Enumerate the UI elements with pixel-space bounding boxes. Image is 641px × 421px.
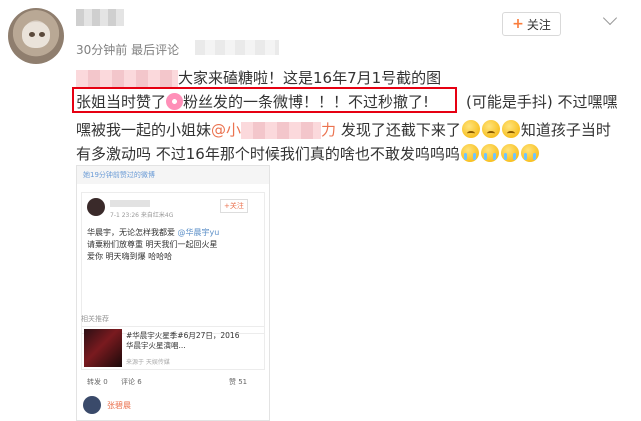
sad-emoji-icon: [501, 120, 520, 138]
comment-count: 评论 6: [121, 378, 142, 386]
post-text-3a: 嘿被我一起的小姐妹: [76, 121, 212, 139]
crying-emoji-icon: [480, 144, 499, 162]
avatar-eye-left: [29, 32, 35, 37]
post-line-3: 嘿被我一起的小姐妹@小 力 发现了还截下来了 知道孩子当时: [76, 119, 611, 140]
user-avatar[interactable]: [8, 8, 64, 64]
like-count: 赞 51: [229, 378, 248, 386]
post-meta: 30分钟前 最后评论: [76, 43, 180, 57]
meta-redacted: [195, 40, 279, 55]
post-text-3c: 知道孩子当时: [520, 121, 611, 139]
cat-face: [22, 22, 50, 48]
mention-start: @小: [211, 121, 242, 139]
embedded-post-text: 华晨宇，无论怎样我都爱 @华晨宇yu 请粟粉们放尊重 明天我们一起回火星 爱你 …: [87, 227, 263, 263]
commenter-avatar: [83, 396, 101, 414]
embedded-mention: @华晨宇yu: [177, 228, 220, 237]
embedded-screenshot[interactable]: 她19分钟前赞过的微博 7-1 23:26 来自红米4G +关注 华晨宇，无论怎…: [76, 165, 270, 421]
recommended-item: #华晨宇火星季#6月27日，2016华晨宇火星演唱... 来源于 天娱传媒: [81, 326, 265, 370]
mention-redacted: [241, 122, 322, 139]
mention-link[interactable]: @小 力: [211, 121, 336, 139]
recommended-source: 来源于 天娱传媒: [126, 359, 170, 366]
post-text-3b: 发现了还截下来了: [340, 121, 461, 139]
embedded-action-bar: 转发 0 评论 6 赞 51: [81, 374, 265, 390]
embedded-text-3: 爱你 明天嗨到爆 哈哈哈: [87, 252, 173, 261]
post-line-2-tail: (可能是手抖) 不过嘿嘿: [466, 93, 618, 111]
post-line-1: 大家来磕糖啦！这是16年7月1号截的图: [76, 67, 441, 88]
sad-emoji-icon: [481, 120, 500, 138]
embedded-follow-button: +关注: [220, 199, 248, 213]
username-redacted[interactable]: [76, 9, 124, 26]
embedded-text-2: 请粟粉们放尊重 明天我们一起回火星: [87, 240, 218, 249]
related-label: 相关推荐: [81, 315, 109, 323]
plus-icon: +: [512, 16, 524, 32]
crying-emoji-icon: [520, 144, 539, 162]
embedded-text-1a: 华晨宇，无论怎样我都爱: [87, 228, 175, 237]
crying-emoji-icon: [500, 144, 519, 162]
follow-button[interactable]: + 关注: [502, 12, 561, 36]
sad-emoji-icon: [461, 120, 480, 138]
post-text-4: 有多激动吗 不过16年那个时候我们真的啥也不敢发呜呜呜: [76, 145, 460, 163]
crying-emoji-icon: [460, 144, 479, 162]
highlight-box: [72, 87, 457, 113]
avatar-eye-right: [39, 32, 45, 37]
mention-end: 力: [321, 121, 337, 139]
post-line-4: 有多激动吗 不过16年那个时候我们真的啥也不敢发呜呜呜: [76, 143, 540, 164]
liked-weibo-header: 她19分钟前赞过的微博: [77, 166, 269, 184]
embedded-avatar: [87, 198, 105, 216]
chevron-down-icon[interactable]: [602, 10, 618, 26]
text-redacted: [76, 70, 178, 87]
embedded-username-redacted: [110, 200, 150, 207]
recommended-title: #华晨宇火星季#6月27日，2016华晨宇火星演唱...: [126, 331, 240, 350]
embedded-commenter: 张碧晨: [81, 394, 265, 418]
commenter-name: 张碧晨: [107, 401, 131, 410]
follow-label: 关注: [526, 17, 551, 32]
repost-count: 转发 0: [87, 378, 108, 386]
embedded-post-time: 7-1 23:26 来自红米4G: [110, 212, 174, 219]
post-text-1: 大家来磕糖啦！这是16年7月1号截的图: [178, 69, 442, 87]
recommended-thumbnail: [84, 329, 122, 367]
embedded-post: 7-1 23:26 来自红米4G +关注 华晨宇，无论怎样我都爱 @华晨宇yu …: [81, 192, 265, 334]
